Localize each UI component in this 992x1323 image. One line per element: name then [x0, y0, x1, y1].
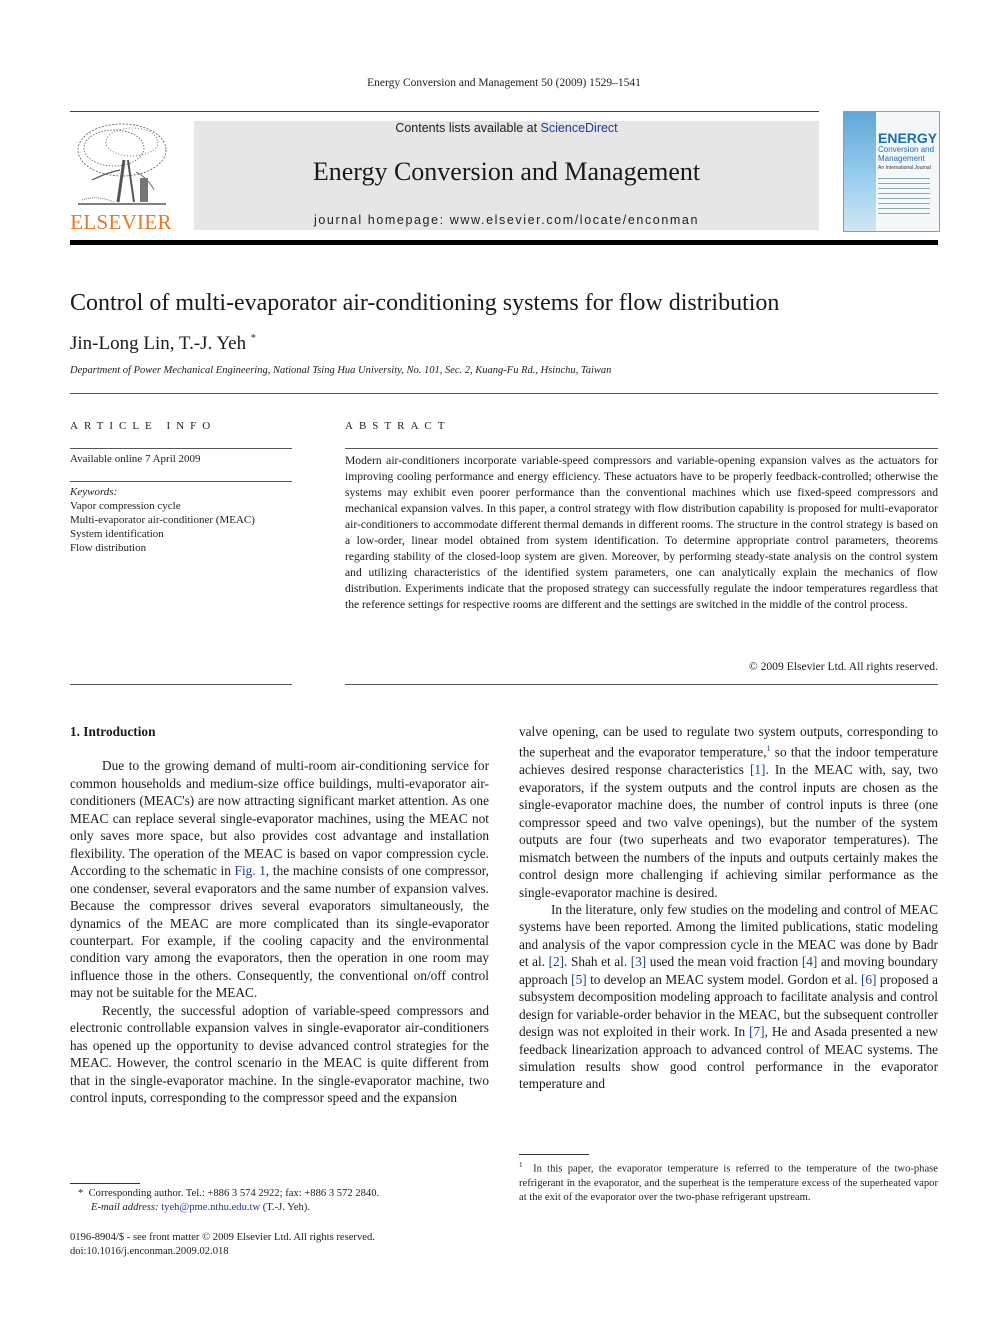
issn-line: 0196-8904/$ - see front matter © 2009 El… — [70, 1232, 375, 1243]
paragraph-text: used the mean void fraction — [646, 954, 802, 970]
section-heading: 1. Introduction — [70, 724, 156, 739]
footnote-1: 1 In this paper, the evaporator temperat… — [519, 1158, 938, 1205]
doi-link[interactable]: doi:10.1016/j.enconman.2009.02.018 — [70, 1245, 500, 1259]
abstract-heading: ABSTRACT — [345, 420, 451, 432]
reference-link[interactable]: [2] — [549, 954, 565, 969]
paragraph-text: Due to the growing demand of multi-room … — [70, 758, 489, 879]
author-names: Jin-Long Lin, T.-J. Yeh — [70, 333, 247, 354]
elsevier-wordmark: ELSEVIER — [70, 210, 172, 234]
article-info-bottom-rule — [70, 684, 292, 685]
reference-link[interactable]: [1] — [750, 762, 766, 777]
abstract-bottom-rule — [345, 684, 938, 685]
email-label: E-mail address: — [91, 1202, 162, 1213]
cover-contents-lines — [878, 178, 930, 218]
reference-link[interactable]: [7] — [749, 1024, 765, 1039]
corresponding-author-marker[interactable]: * — [251, 333, 256, 344]
keyword: Vapor compression cycle — [70, 500, 181, 512]
keywords-label: Keywords: — [70, 486, 118, 498]
paragraph: Recently, the successful adoption of var… — [70, 1002, 489, 1106]
journal-banner: Contents lists available at ScienceDirec… — [194, 121, 819, 230]
keyword: Multi-evaporator air-conditioner (MEAC) — [70, 514, 255, 526]
paragraph-text: . Shah et al. — [564, 954, 631, 970]
cover-subtitle: Conversion and Management — [878, 145, 935, 163]
journal-cover-thumbnail[interactable]: ENERGY Conversion and Management An Inte… — [843, 111, 940, 232]
cover-image — [844, 112, 876, 231]
paragraph: valve opening, can be used to regulate t… — [519, 723, 938, 901]
keywords-rule — [70, 481, 292, 482]
cover-tagline: An International Journal — [878, 165, 931, 171]
sciencedirect-link[interactable]: ScienceDirect — [541, 121, 618, 135]
footnote-marker: 1 — [519, 1161, 523, 1169]
affiliation: Department of Power Mechanical Engineeri… — [70, 365, 612, 376]
title-rule — [70, 393, 938, 394]
header-thick-rule — [70, 240, 938, 245]
elsevier-tree-icon — [77, 123, 167, 205]
cover-title: ENERGY — [878, 130, 938, 146]
keywords: Keywords: Vapor compression cycle Multi-… — [70, 485, 255, 555]
reference-link[interactable]: [4] — [802, 954, 818, 969]
available-online: Available online 7 April 2009 — [70, 453, 201, 465]
keyword: Flow distribution — [70, 542, 147, 554]
reference-link[interactable]: [5] — [571, 972, 587, 987]
abstract-rule — [345, 448, 938, 449]
body-right-column: valve opening, can be used to regulate t… — [519, 723, 938, 1093]
reference-link[interactable]: [3] — [631, 954, 647, 969]
footnote-marker: * — [78, 1188, 84, 1199]
article-info-rule — [70, 448, 292, 449]
paragraph-text: to develop an MEAC system model. Gordon … — [586, 971, 861, 987]
corresponding-author-details: Corresponding author. Tel.: +886 3 574 2… — [88, 1188, 380, 1199]
article-info-heading: ARTICLE INFO — [70, 420, 217, 432]
paragraph-text: , the machine consists of one compressor… — [70, 863, 489, 1001]
paragraph: In the literature, only few studies on t… — [519, 901, 938, 1093]
paragraph: Due to the growing demand of multi-room … — [70, 757, 489, 1001]
abstract-text: Modern air-conditioners incorporate vari… — [345, 454, 938, 611]
body-left-column: 1. Introduction Due to the growing deman… — [70, 723, 489, 1107]
authors: Jin-Long Lin, T.-J. Yeh * — [70, 333, 256, 355]
footnote-text: In this paper, the evaporator temperatur… — [519, 1163, 939, 1203]
running-head: Energy Conversion and Management 50 (200… — [367, 77, 641, 89]
figure-link[interactable]: Fig. 1 — [235, 863, 266, 878]
footnote-rule — [70, 1183, 140, 1184]
contents-prefix: Contents lists available at — [395, 121, 541, 135]
paragraph-text: . In the MEAC with, say, two evaporators… — [519, 762, 938, 900]
elsevier-logo[interactable]: ELSEVIER — [70, 120, 172, 234]
email-suffix: (T.-J. Yeh). — [260, 1202, 310, 1213]
corresponding-author-footnote: * Corresponding author. Tel.: +886 3 574… — [78, 1187, 498, 1215]
front-matter: 0196-8904/$ - see front matter © 2009 El… — [70, 1231, 500, 1259]
header-rule — [70, 111, 819, 112]
abstract-copyright: © 2009 Elsevier Ltd. All rights reserved… — [748, 660, 938, 673]
article-title: Control of multi-evaporator air-conditio… — [70, 290, 780, 316]
keyword: System identification — [70, 528, 164, 540]
footnote-rule — [519, 1154, 589, 1155]
journal-homepage-link[interactable]: journal homepage: www.elsevier.com/locat… — [194, 213, 819, 227]
email-link[interactable]: tyeh@pme.nthu.edu.tw — [161, 1202, 260, 1213]
journal-title: Energy Conversion and Management — [312, 157, 701, 186]
contents-line: Contents lists available at ScienceDirec… — [194, 121, 819, 135]
reference-link[interactable]: [6] — [861, 972, 877, 987]
